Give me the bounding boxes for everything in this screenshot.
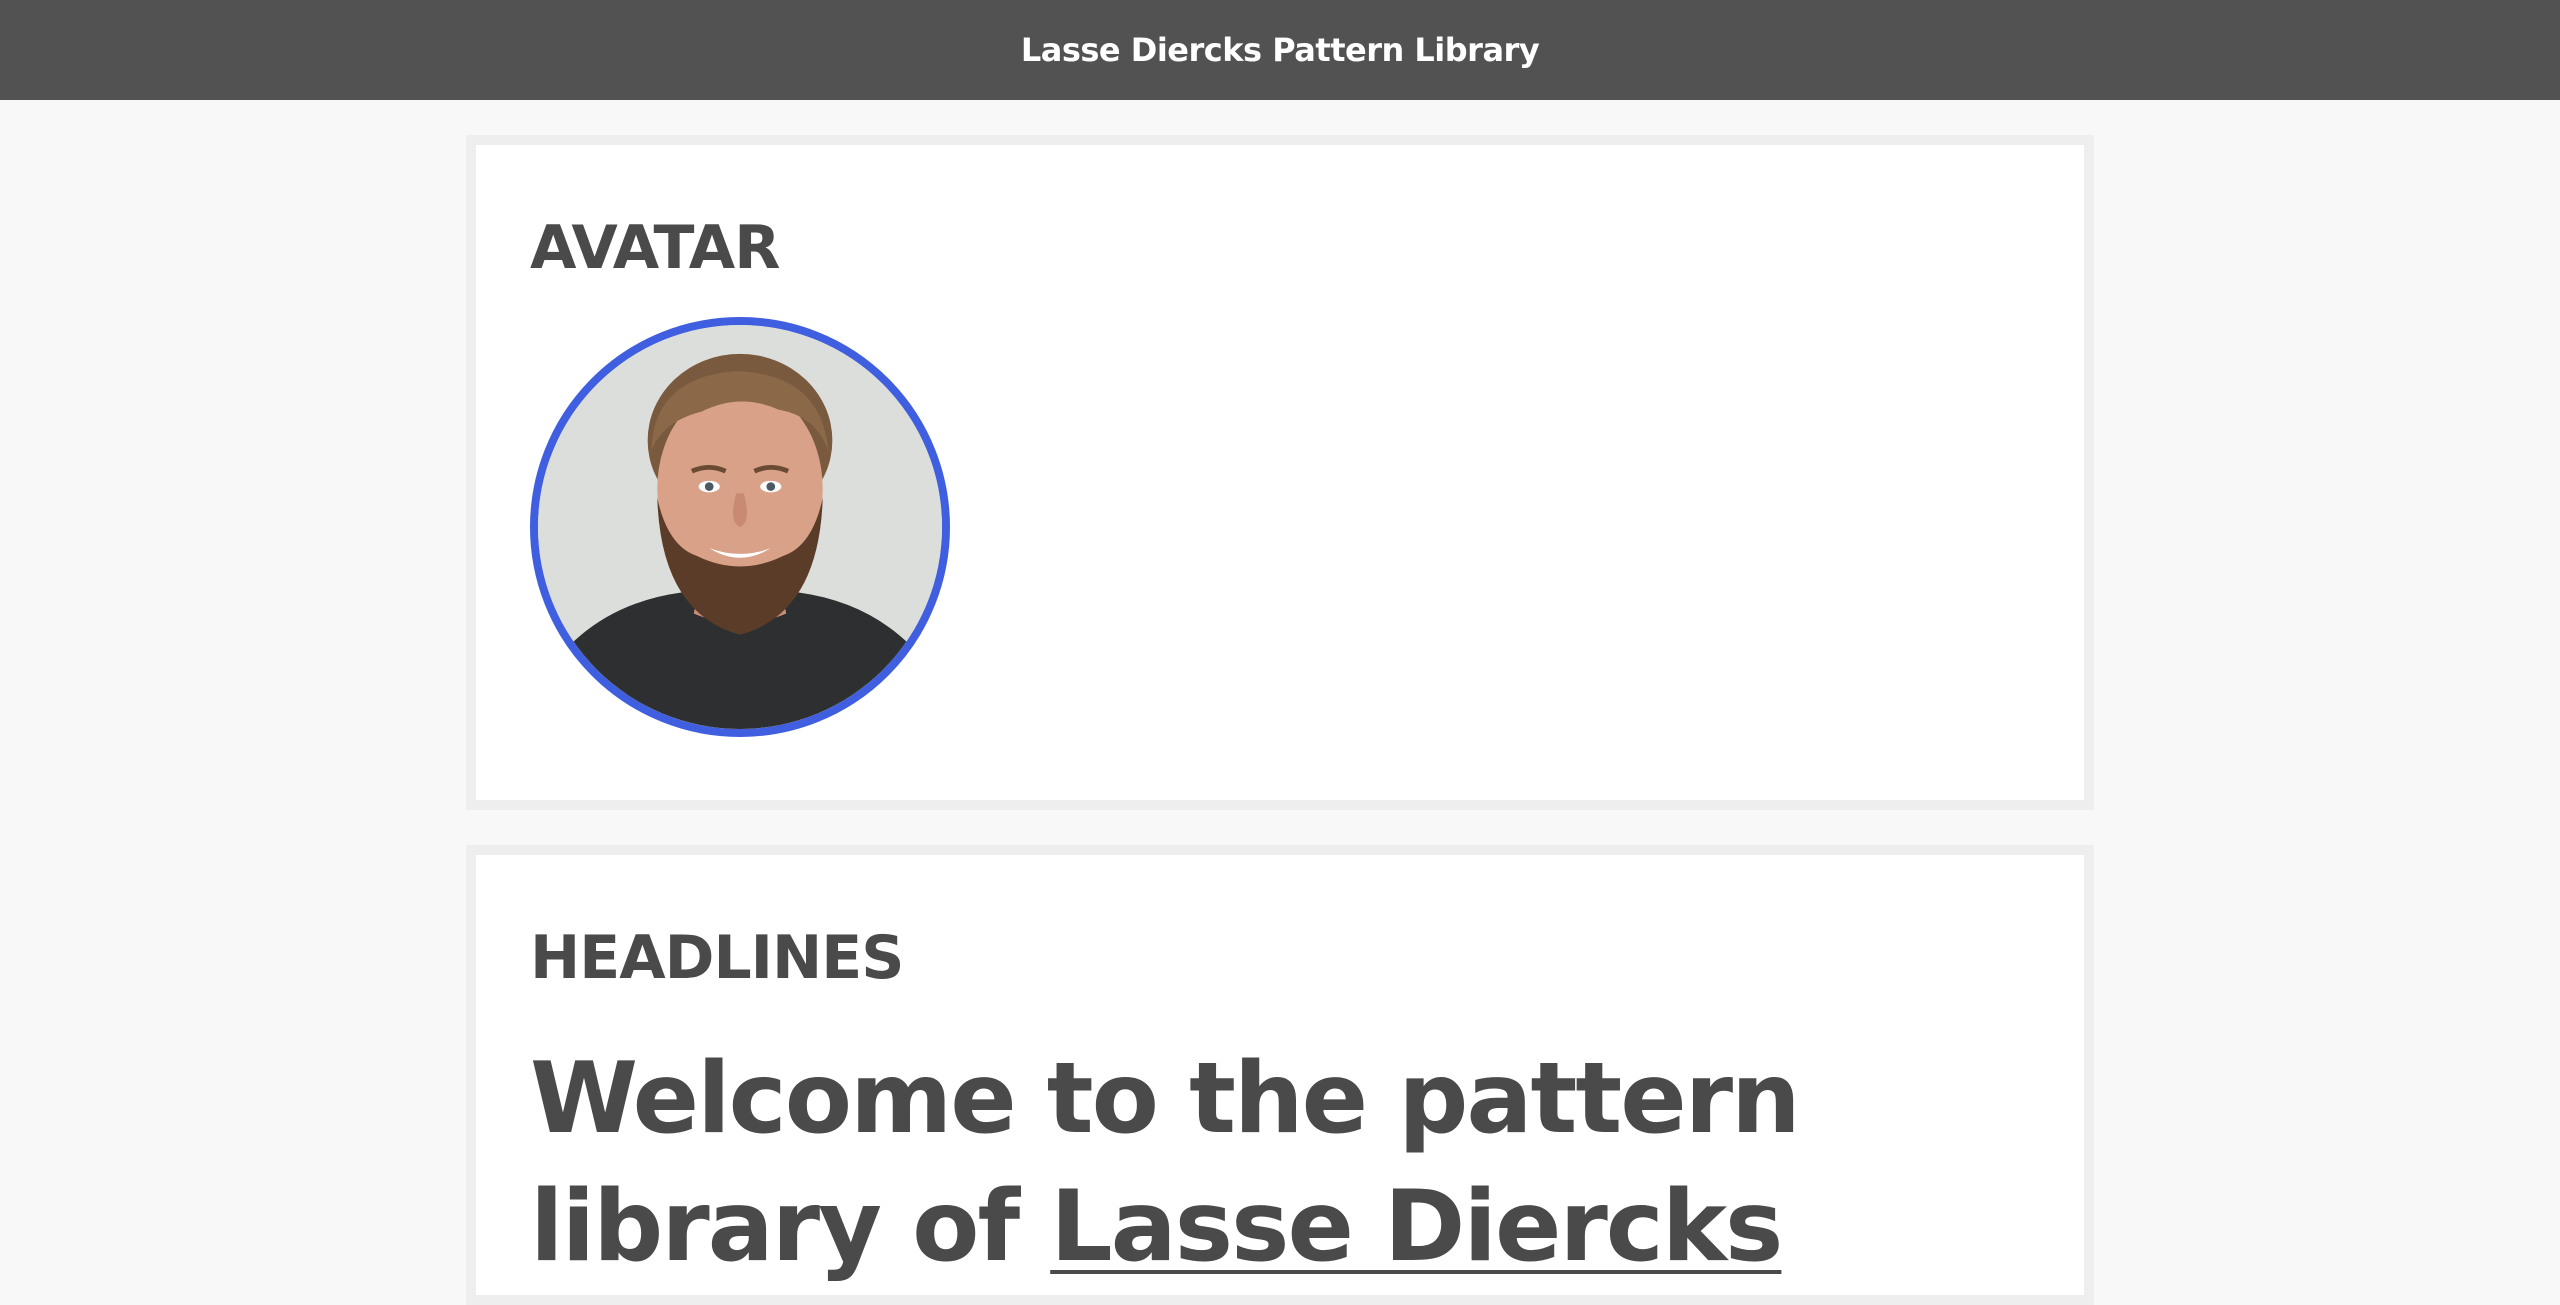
avatar-card: AVATAR bbox=[466, 135, 2094, 810]
avatar-section-title: AVATAR bbox=[530, 213, 780, 283]
avatar-portrait-image bbox=[538, 325, 942, 729]
headlines-section-title: HEADLINES bbox=[530, 923, 904, 993]
avatar bbox=[530, 317, 950, 737]
top-bar: Lasse Diercks Pattern Library bbox=[0, 0, 2560, 100]
site-title-link[interactable]: Lasse Diercks Pattern Library bbox=[1021, 31, 1540, 69]
headline-name-link[interactable]: Lasse Diercks bbox=[1050, 1170, 1783, 1284]
welcome-headline: Welcome to the pattern library of Lasse … bbox=[530, 1035, 2070, 1291]
headlines-card: HEADLINES Welcome to the pattern library… bbox=[466, 845, 2094, 1305]
